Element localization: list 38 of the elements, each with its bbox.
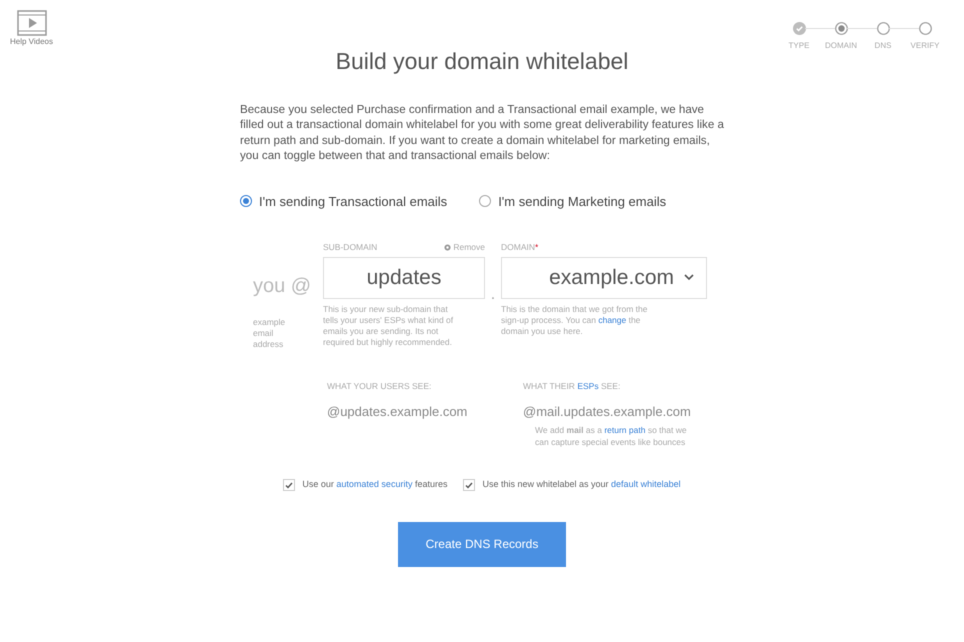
field-label: SUB-DOMAIN: [323, 241, 378, 254]
page-title: Build your domain whitelabel: [336, 47, 628, 76]
prefix-help: example email address: [253, 317, 286, 350]
radio-label[interactable]: I'm sending Transactional emails: [259, 192, 448, 211]
step-label: VERIFY: [910, 40, 940, 52]
domain-select[interactable]: example.com: [501, 256, 707, 299]
checkbox[interactable]: [283, 479, 296, 491]
step-label: DNS: [874, 40, 892, 52]
radio-button[interactable]: [240, 195, 252, 208]
link[interactable]: return path: [604, 425, 646, 436]
step-label: DOMAIN: [825, 40, 857, 52]
subdomain-help: This is your new sub-domain that tells your users' ESPs what kind of emails you are sending. Its not required but highly recommended.: [323, 304, 454, 349]
preview-label: WHAT YOUR USERS SEE:: [327, 380, 432, 393]
create-dns-records-button[interactable]: Create DNS Records: [398, 522, 566, 567]
link[interactable]: default whitelabel: [611, 479, 681, 490]
you-at-label: you @: [253, 274, 312, 299]
users-address: @updates.example.com: [327, 402, 468, 421]
checkbox-label: Use this new whitelabel as your default whitelabel: [482, 478, 681, 492]
checkbox-label: Use our automated security features: [302, 478, 448, 492]
dot-separator: .: [490, 285, 496, 305]
esps-address: @mail.updates.example.com: [523, 402, 692, 421]
link[interactable]: change: [598, 314, 626, 325]
chevron-down-icon: [684, 274, 694, 282]
radio-label[interactable]: I'm sending Marketing emails: [498, 192, 666, 211]
step-label: TYPE: [788, 40, 810, 52]
link[interactable]: automated security: [336, 479, 412, 490]
intro-text: Because you selected Purchase confirmation and a Transactional email example, we have filled out a transactional domain whitelabel for you with some great deliverability features like a return path and sub-domain. If you want to create a domain whitelabel for marketing emails, you can toggle between that and transactional emails below:: [240, 102, 724, 164]
remove-link[interactable]: Remove: [453, 241, 485, 254]
help-videos-label[interactable]: Help Videos: [10, 36, 53, 48]
domain-help: This is the domain that we got from the sign-up process. You can change the domain you use here.: [501, 304, 648, 338]
field-label: DOMAIN*: [501, 241, 540, 254]
preview-label: WHAT THEIR ESPs SEE:: [523, 380, 622, 393]
radio-button[interactable]: [479, 195, 492, 208]
link[interactable]: ESPs: [577, 381, 599, 391]
film-play-icon[interactable]: [16, 10, 46, 36]
checkbox[interactable]: [463, 479, 476, 491]
subdomain-field[interactable]: updates: [323, 256, 485, 299]
return-path-note: We add mail as a return path so that we can capture special events like bounces: [535, 424, 688, 448]
